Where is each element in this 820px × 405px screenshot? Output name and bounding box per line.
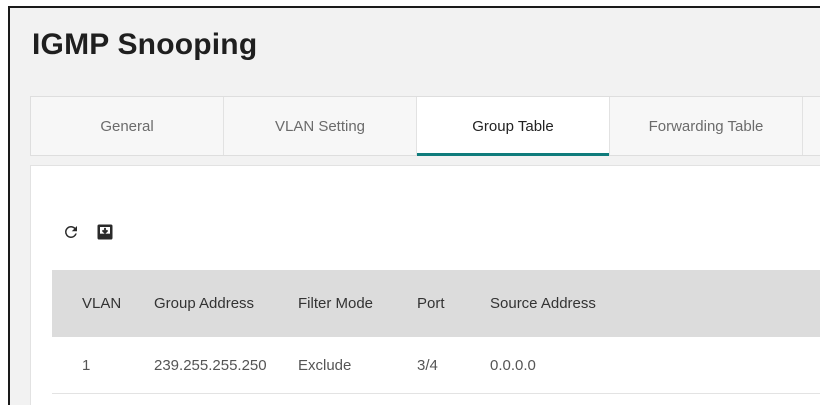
page-title: IGMP Snooping [32, 28, 258, 61]
column-header-filter-mode[interactable]: Filter Mode [281, 295, 400, 312]
tab-forwarding-table[interactable]: Forwarding Table [610, 97, 803, 155]
export-icon [97, 224, 113, 240]
table-row[interactable]: 1 239.255.255.250 Exclude 3/4 0.0.0.0 [52, 337, 820, 394]
content-panel: VLAN Group Address Filter Mode Port Sour… [30, 165, 820, 405]
column-header-group-address[interactable]: Group Address [138, 295, 281, 312]
export-button[interactable] [95, 222, 115, 242]
tab-bar: General VLAN Setting Group Table Forward… [30, 96, 820, 156]
table-toolbar [61, 222, 115, 242]
tab-general[interactable]: General [31, 97, 224, 155]
refresh-button[interactable] [61, 222, 81, 242]
column-header-vlan[interactable]: VLAN [52, 295, 138, 312]
app-frame: IGMP Snooping General VLAN Setting Group… [8, 6, 820, 405]
cell-source-address: 0.0.0.0 [490, 356, 536, 374]
cell-vlan: 1 [82, 356, 91, 374]
column-header-source-address[interactable]: Source Address [473, 295, 820, 312]
cell-group-address: 239.255.255.250 [154, 356, 267, 374]
refresh-icon [65, 226, 77, 238]
tab-group-table[interactable]: Group Table [417, 97, 610, 156]
table-header: VLAN Group Address Filter Mode Port Sour… [52, 270, 820, 337]
cell-port: 3/4 [417, 356, 438, 374]
cell-filter-mode: Exclude [298, 356, 352, 374]
tab-vlan-setting[interactable]: VLAN Setting [224, 97, 417, 155]
group-table: VLAN Group Address Filter Mode Port Sour… [52, 270, 820, 394]
column-header-port[interactable]: Port [400, 295, 473, 312]
